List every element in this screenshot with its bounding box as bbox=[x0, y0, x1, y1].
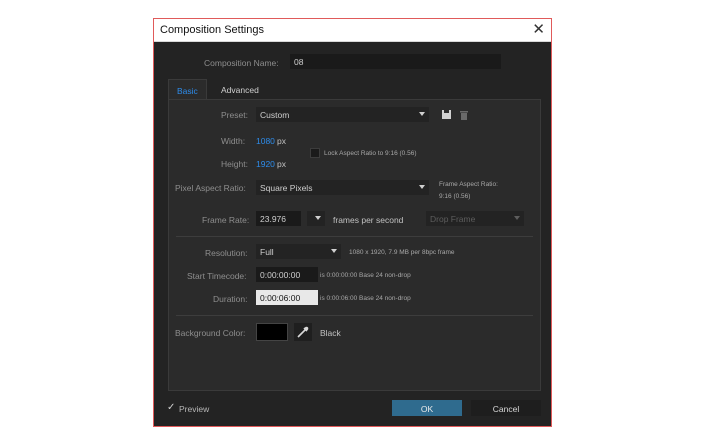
dropdown-arrow-icon bbox=[315, 216, 321, 220]
preset-value: Custom bbox=[260, 110, 290, 120]
width-label: Width: bbox=[221, 136, 246, 146]
preset-label: Preset: bbox=[221, 110, 248, 120]
resolution-value: Full bbox=[260, 247, 274, 257]
eyedropper-icon[interactable] bbox=[294, 323, 312, 341]
basic-panel: Preset: Custom Width: 1080 px Lock Aspec… bbox=[168, 99, 541, 391]
background-color-swatch[interactable] bbox=[256, 323, 288, 341]
drop-frame-dropdown[interactable]: Drop Frame bbox=[426, 211, 524, 226]
section-divider bbox=[176, 315, 533, 316]
ok-button[interactable]: OK bbox=[392, 400, 462, 416]
dropdown-arrow-icon bbox=[331, 249, 337, 253]
tab-advanced[interactable]: Advanced bbox=[213, 79, 271, 99]
width-value[interactable]: 1080 bbox=[256, 136, 275, 146]
close-icon[interactable]: ✕ bbox=[532, 21, 545, 39]
frame-rate-input[interactable]: 23.976 bbox=[256, 211, 301, 226]
background-color-name: Black bbox=[320, 328, 341, 338]
start-timecode-input[interactable]: 0:00:00:00 bbox=[256, 267, 318, 282]
lock-aspect-label: Lock Aspect Ratio to 9:16 (0.56) bbox=[324, 150, 417, 157]
lock-aspect-checkbox[interactable] bbox=[310, 148, 320, 158]
height-label: Height: bbox=[221, 159, 248, 169]
composition-name-input[interactable]: 08 bbox=[290, 54, 501, 69]
dropdown-arrow-icon bbox=[419, 185, 425, 189]
drop-frame-value: Drop Frame bbox=[430, 214, 476, 224]
height-value[interactable]: 1920 bbox=[256, 159, 275, 169]
resolution-label: Resolution: bbox=[205, 248, 248, 258]
dropdown-arrow-icon bbox=[514, 216, 520, 220]
save-preset-icon[interactable] bbox=[441, 109, 453, 121]
pixel-aspect-label: Pixel Aspect Ratio: bbox=[175, 183, 246, 193]
frame-rate-label: Frame Rate: bbox=[202, 215, 250, 225]
tab-basic[interactable]: Basic bbox=[168, 79, 207, 99]
resolution-info: 1080 x 1920, 7.9 MB per 8bpc frame bbox=[349, 249, 455, 256]
start-timecode-label: Start Timecode: bbox=[187, 271, 247, 281]
composition-settings-dialog: Composition Settings ✕ Composition Name:… bbox=[153, 18, 552, 427]
duration-input[interactable]: 0:00:06:00 bbox=[256, 290, 318, 305]
resolution-dropdown[interactable]: Full bbox=[256, 244, 341, 259]
background-color-label: Background Color: bbox=[175, 328, 246, 338]
pixel-aspect-value: Square Pixels bbox=[260, 183, 313, 193]
checkmark-icon[interactable]: ✓ bbox=[167, 402, 175, 413]
frame-aspect-value: 9:16 (0.56) bbox=[439, 193, 471, 200]
section-divider bbox=[176, 236, 533, 237]
frame-aspect-label: Frame Aspect Ratio: bbox=[439, 181, 498, 188]
width-unit: px bbox=[277, 136, 286, 146]
window-title: Composition Settings bbox=[160, 24, 264, 36]
dropdown-arrow-icon bbox=[419, 112, 425, 116]
pixel-aspect-dropdown[interactable]: Square Pixels bbox=[256, 180, 429, 195]
height-unit: px bbox=[277, 159, 286, 169]
preset-dropdown[interactable]: Custom bbox=[256, 107, 429, 122]
trash-icon[interactable] bbox=[458, 109, 470, 121]
duration-info: is 0:00:06:00 Base 24 non-drop bbox=[320, 295, 411, 302]
duration-label: Duration: bbox=[213, 294, 248, 304]
composition-name-label: Composition Name: bbox=[204, 58, 279, 68]
title-bar: Composition Settings ✕ bbox=[154, 19, 551, 42]
cancel-button[interactable]: Cancel bbox=[471, 400, 541, 416]
preview-label[interactable]: Preview bbox=[179, 404, 209, 414]
frame-rate-unit: frames per second bbox=[333, 215, 404, 225]
start-timecode-info: is 0:00:00:00 Base 24 non-drop bbox=[320, 272, 411, 279]
frame-rate-dropdown[interactable] bbox=[307, 211, 325, 226]
